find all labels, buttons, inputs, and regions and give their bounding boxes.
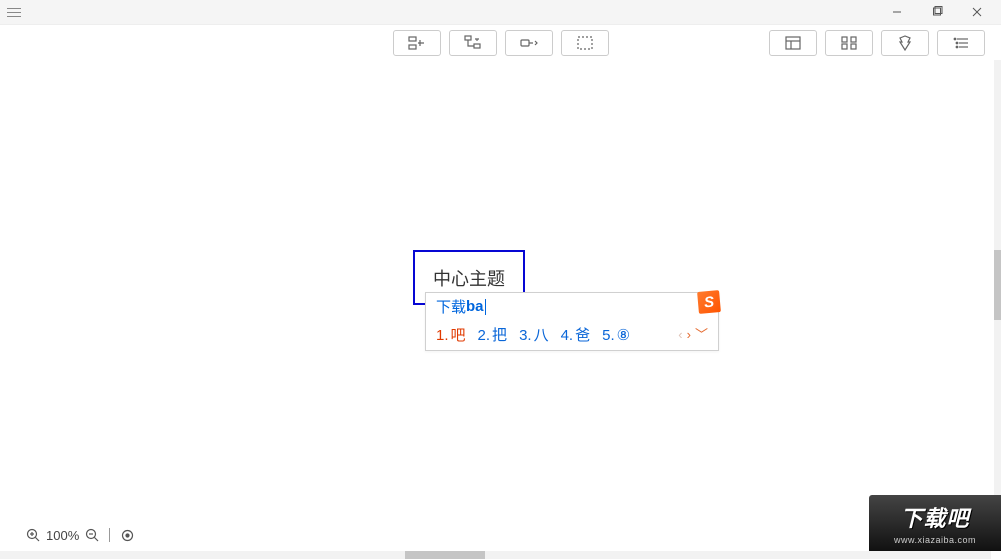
ime-candidate[interactable]: 4.爸 xyxy=(561,324,591,345)
ime-candidate[interactable]: 1.吧 xyxy=(436,324,466,345)
scrollbar-thumb[interactable] xyxy=(994,250,1001,320)
insert-child-button[interactable] xyxy=(393,30,441,56)
node-label: 中心主题 xyxy=(433,265,505,291)
view-style-button[interactable] xyxy=(881,30,929,56)
canvas[interactable]: 中心主题 S 下载ba 1.吧 2.把 3.八 4.爸 5.⑧ ‹ › ﹀ xyxy=(0,60,1001,530)
ime-nav: ‹ › ﹀ xyxy=(678,328,708,341)
ime-dropdown-icon[interactable]: ﹀ xyxy=(695,328,708,341)
separator xyxy=(109,528,110,542)
ime-next-icon[interactable]: › xyxy=(687,328,691,341)
zoom-in-icon[interactable] xyxy=(24,526,42,544)
window-controls xyxy=(877,0,997,25)
ime-candidate[interactable]: 5.⑧ xyxy=(602,326,630,344)
watermark-text: 下载吧 xyxy=(900,501,969,533)
watermark: 下载吧 www.xiazaiba.com xyxy=(869,495,1001,551)
ime-candidate[interactable]: 3.八 xyxy=(519,324,549,345)
ime-composition: 下载ba xyxy=(426,293,718,320)
insert-sibling-button[interactable] xyxy=(449,30,497,56)
ime-prefix: 下载 xyxy=(436,296,466,317)
statusbar: 100% xyxy=(0,523,1001,547)
view-grid-button[interactable] xyxy=(825,30,873,56)
toolbar xyxy=(0,25,1001,60)
watermark-url: www.xiazaiba.com xyxy=(894,535,976,545)
ime-caret-icon xyxy=(485,299,486,315)
ime-prev-icon[interactable]: ‹ xyxy=(678,328,682,341)
ime-panel: S 下载ba 1.吧 2.把 3.八 4.爸 5.⑧ ‹ › ﹀ xyxy=(425,292,719,351)
zoom-out-icon[interactable] xyxy=(83,526,101,544)
view-outline-button[interactable] xyxy=(937,30,985,56)
menu-icon[interactable] xyxy=(4,2,24,22)
ime-typed: ba xyxy=(466,298,484,315)
view-layout-button[interactable] xyxy=(769,30,817,56)
selection-frame-button[interactable] xyxy=(561,30,609,56)
insert-parent-button[interactable] xyxy=(505,30,553,56)
minimize-button[interactable] xyxy=(877,0,917,25)
vertical-scrollbar[interactable] xyxy=(994,60,1001,529)
scrollbar-thumb[interactable] xyxy=(405,551,485,559)
titlebar xyxy=(0,0,1001,25)
maximize-button[interactable] xyxy=(917,0,957,25)
ime-logo-icon: S xyxy=(697,290,721,314)
zoom-level: 100% xyxy=(46,528,79,543)
horizontal-scrollbar[interactable] xyxy=(0,551,991,559)
ime-candidate[interactable]: 2.把 xyxy=(478,324,508,345)
close-button[interactable] xyxy=(957,0,997,25)
fit-view-icon[interactable] xyxy=(118,526,136,544)
ime-candidates: 1.吧 2.把 3.八 4.爸 5.⑧ ‹ › ﹀ xyxy=(426,320,718,350)
